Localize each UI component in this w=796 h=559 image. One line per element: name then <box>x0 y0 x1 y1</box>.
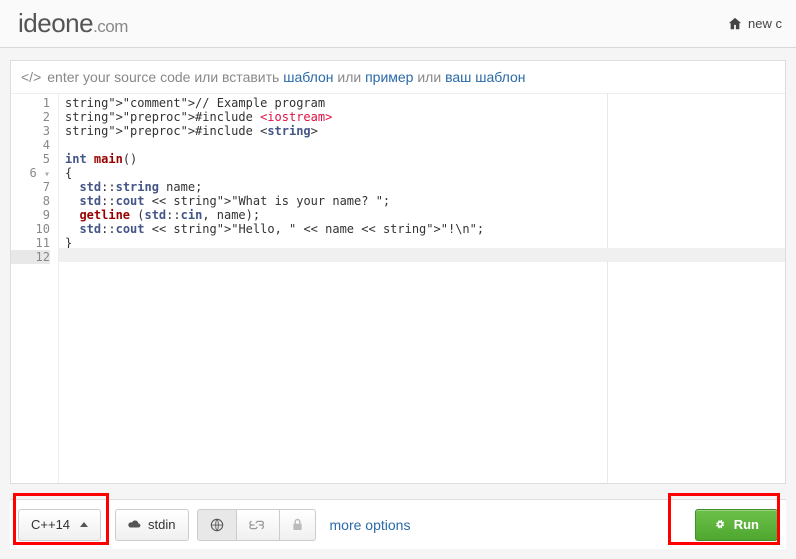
public-button[interactable] <box>197 509 237 541</box>
stdin-label: stdin <box>148 517 175 532</box>
nav-new-code[interactable]: new c <box>748 16 782 31</box>
gears-icon <box>714 518 728 532</box>
stdin-button[interactable]: stdin <box>115 509 188 541</box>
private-button[interactable] <box>280 509 316 541</box>
globe-icon <box>210 518 224 532</box>
link-your-template[interactable]: ваш шаблон <box>445 69 525 85</box>
lock-icon <box>292 518 303 531</box>
code-area[interactable]: string">"comment">// Example programstri… <box>59 94 785 483</box>
caret-up-icon <box>80 522 88 527</box>
line-gutter: 123456 ▾789101112 <box>11 94 59 483</box>
visibility-group <box>197 509 316 541</box>
header-nav: new c <box>728 16 782 31</box>
top-header: ideone.com new c <box>0 0 796 48</box>
run-button[interactable]: Run <box>695 509 778 541</box>
logo-main: ideone <box>18 8 93 38</box>
language-selector[interactable]: C++14 <box>18 509 101 541</box>
prompt-mid1: или <box>333 69 365 85</box>
secret-button[interactable] <box>237 509 280 541</box>
home-icon[interactable] <box>728 17 742 31</box>
language-label: C++14 <box>31 517 70 532</box>
link-icon <box>249 520 267 530</box>
code-icon: </> <box>21 69 41 85</box>
logo[interactable]: ideone.com <box>18 8 128 39</box>
more-options-link[interactable]: more options <box>330 517 411 533</box>
prompt-lead: enter your source code или вставить <box>47 69 283 85</box>
bottom-toolbar: C++14 stdin more options Run <box>10 499 786 549</box>
prompt-row: </> enter your source code или вставить … <box>11 61 785 93</box>
logo-com: .com <box>93 17 128 36</box>
prompt-text: enter your source code или вставить шабл… <box>47 69 525 85</box>
cloud-icon <box>128 520 142 530</box>
link-template[interactable]: шаблон <box>283 69 333 85</box>
link-example[interactable]: пример <box>365 69 413 85</box>
code-editor[interactable]: 123456 ▾789101112 string">"comment">// E… <box>11 93 785 483</box>
prompt-mid2: или <box>413 69 445 85</box>
editor-panel: </> enter your source code или вставить … <box>10 60 786 484</box>
run-label: Run <box>734 517 759 532</box>
